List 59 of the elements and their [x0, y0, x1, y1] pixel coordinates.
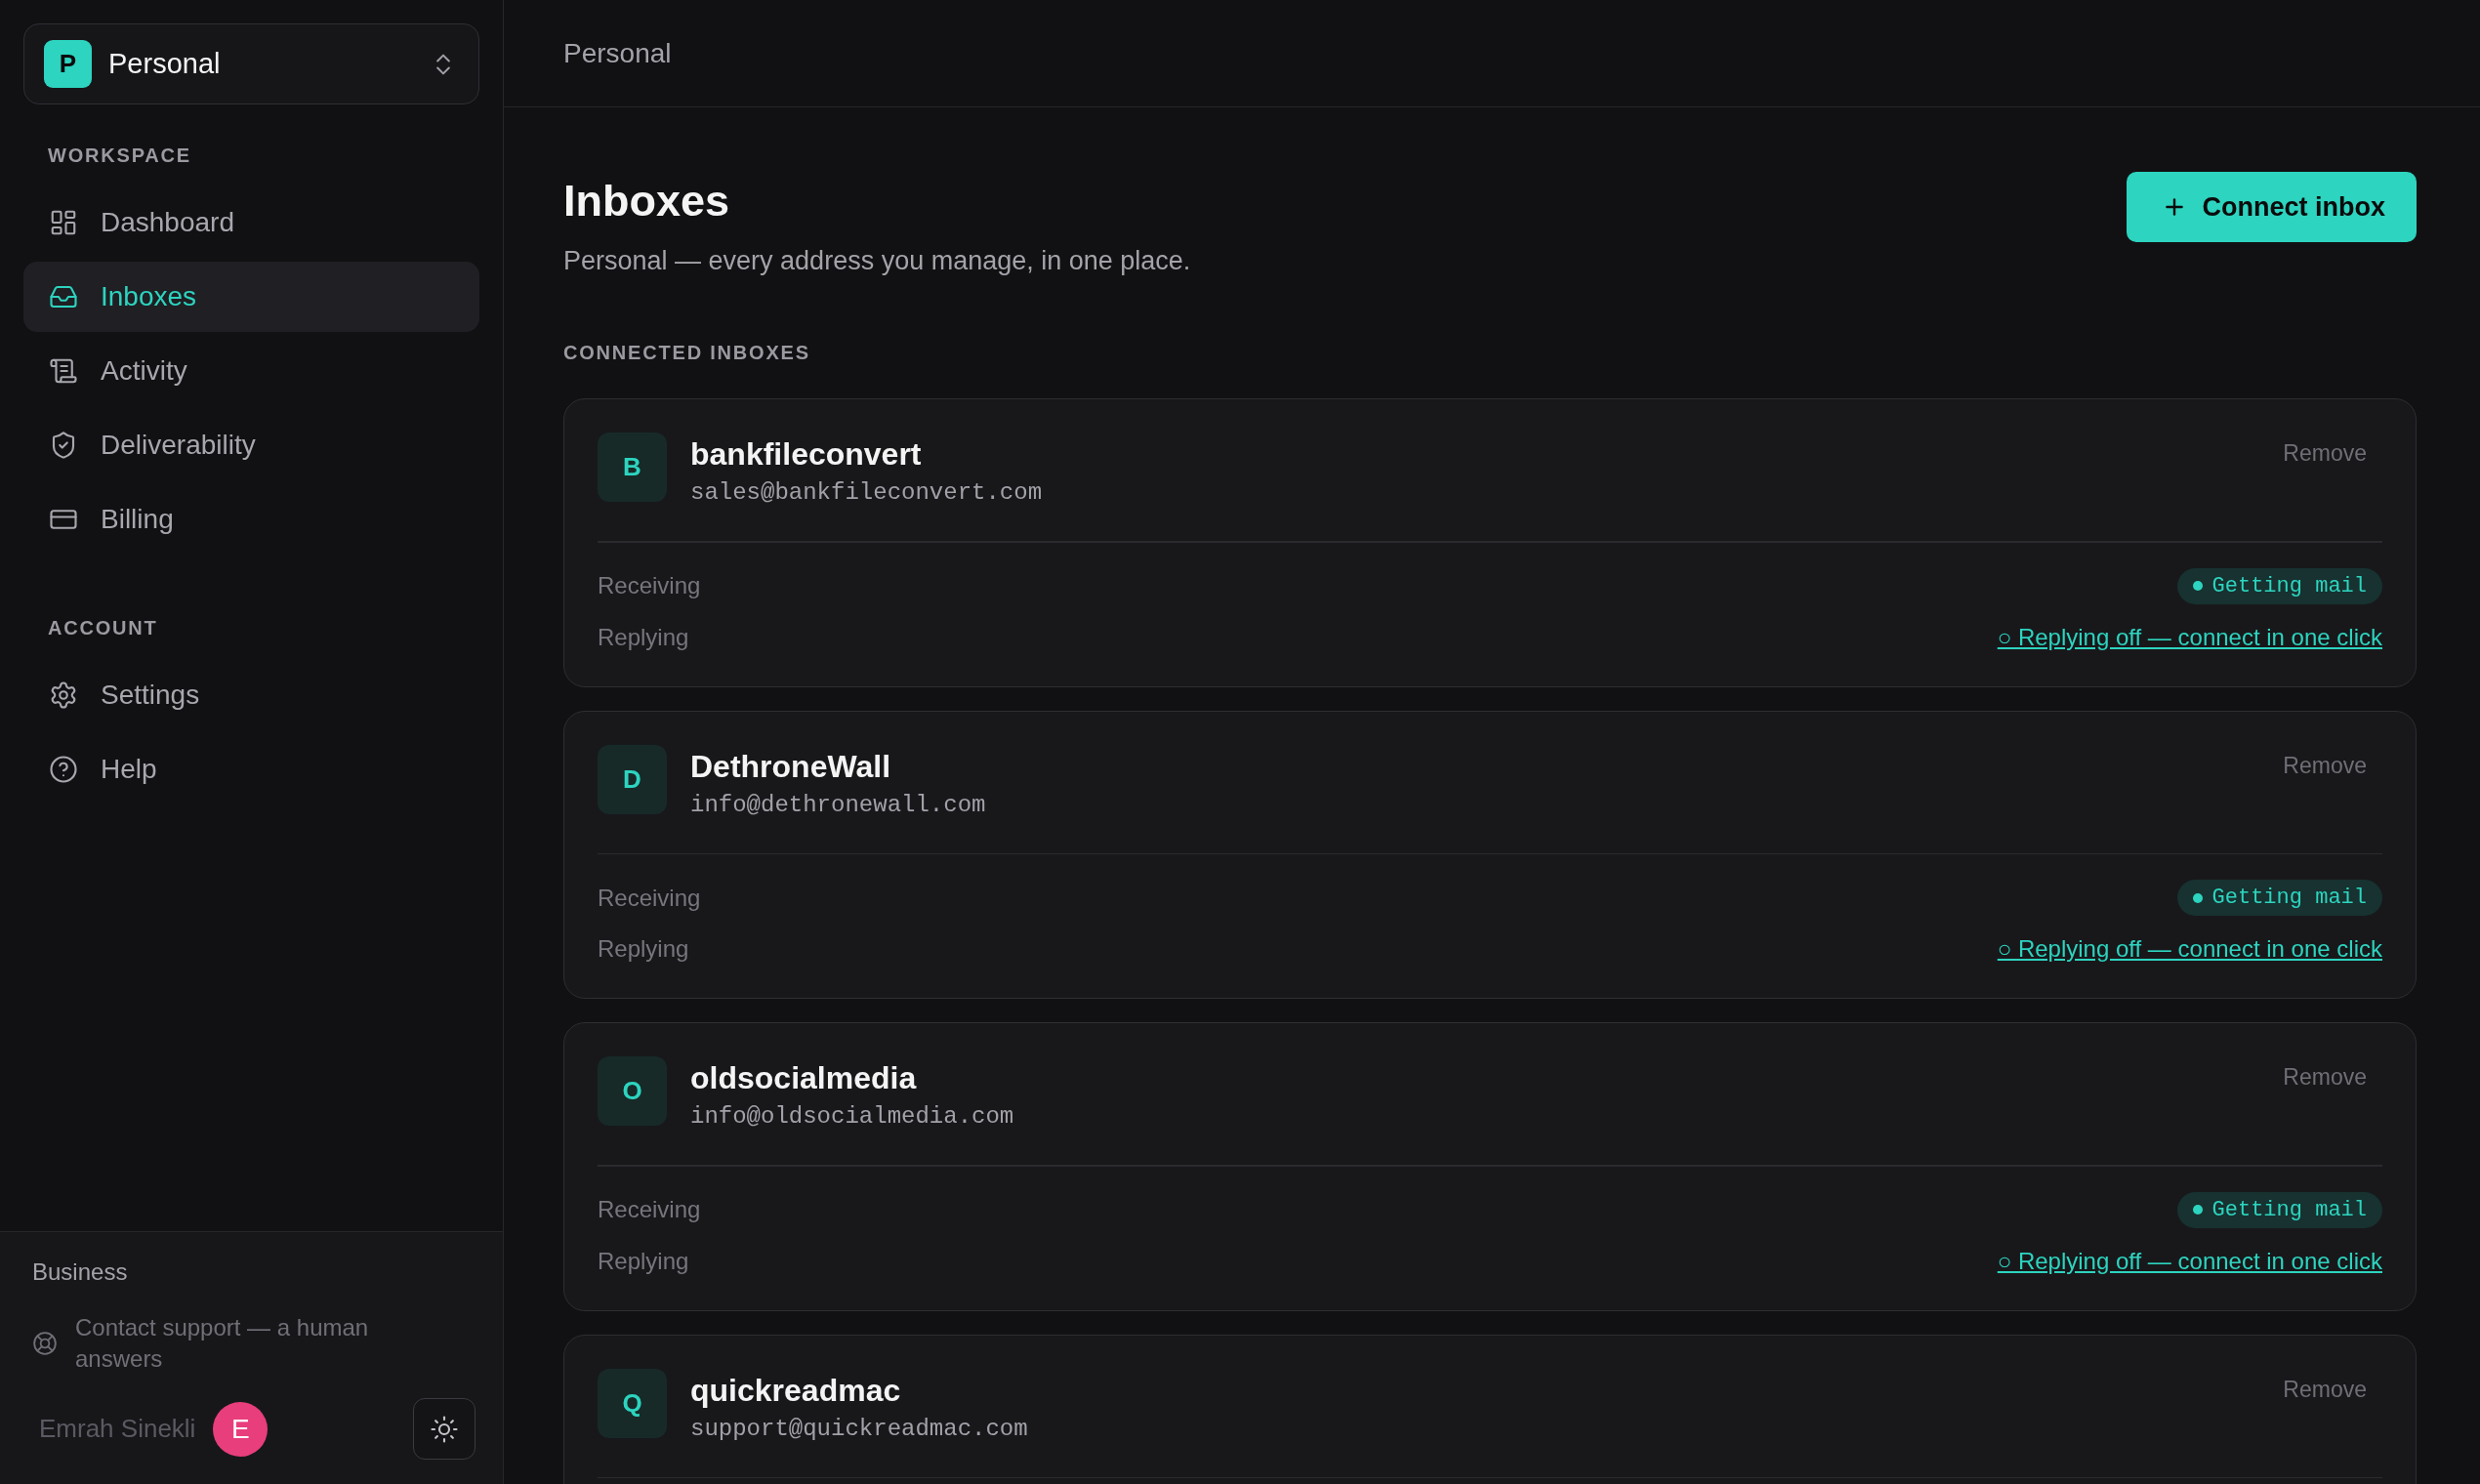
page-title: Inboxes: [563, 175, 730, 227]
page-subtitle: Personal — every address you manage, in one place.: [563, 245, 1191, 277]
settings-icon: [49, 680, 78, 710]
theme-toggle-button[interactable]: [413, 1398, 475, 1460]
dashboard-icon: [49, 208, 78, 237]
inbox-name: oldsocialmedia: [690, 1059, 917, 1097]
sidebar-nav-item[interactable]: Help: [23, 734, 479, 804]
breadcrumb: Personal: [563, 37, 672, 69]
help-icon: [49, 755, 78, 784]
inbox-email: info@oldsocialmedia.com: [690, 1102, 1014, 1132]
sidebar-nav-item[interactable]: Dashboard: [23, 187, 479, 258]
field-label: Receiving: [598, 1195, 701, 1224]
inbox-email: support@quickreadmac.com: [690, 1414, 1028, 1444]
plan-label: Business: [32, 1257, 128, 1287]
inbox-name: DethroneWall: [690, 747, 891, 786]
status-dot-icon: [2192, 892, 2203, 903]
inbox-avatar: B: [598, 433, 667, 502]
status-dot-icon: [2192, 1205, 2203, 1215]
status-dot-icon: [2192, 581, 2203, 591]
field-label: Receiving: [598, 883, 701, 913]
lifebuoy-icon: [32, 1331, 58, 1356]
section-heading: ACCOUNT: [48, 616, 158, 640]
connect-link[interactable]: ○ Replying off — connect in one click: [1997, 621, 2382, 653]
inbox-avatar: D: [598, 744, 667, 814]
scroll-icon: [49, 356, 78, 386]
sidebar-nav-item[interactable]: Deliverability: [23, 410, 479, 480]
inbox-avatar: O: [598, 1056, 667, 1126]
remove-button[interactable]: Remove: [2267, 1056, 2382, 1097]
user-name: Emrah Sinekli: [39, 1414, 196, 1444]
inbox-name: quickreadmac: [690, 1371, 901, 1410]
inbox-name: bankfileconvert: [690, 435, 922, 474]
remove-button[interactable]: Remove: [2267, 1368, 2382, 1410]
status-text: Getting mail: [2211, 1197, 2367, 1222]
field-label: Replying: [598, 934, 689, 964]
sidebar-nav-item[interactable]: Settings: [23, 660, 479, 730]
remove-button[interactable]: Remove: [2267, 744, 2382, 786]
section-heading: WORKSPACE: [48, 144, 191, 168]
inbox-email: sales@bankfileconvert.com: [690, 478, 1043, 508]
connect-inbox-button[interactable]: Connect inbox: [2126, 172, 2417, 242]
status-text: Getting mail: [2211, 886, 2367, 910]
workspace-switcher[interactable]: P Personal: [23, 23, 479, 104]
workspace-avatar: P: [44, 40, 92, 88]
user-avatar[interactable]: E: [213, 1401, 269, 1457]
sidebar-nav-item[interactable]: Activity: [23, 336, 479, 406]
inbox-email: info@dethronewall.com: [690, 790, 986, 820]
connect-link[interactable]: ○ Replying off — connect in one click: [1997, 933, 2382, 965]
support-link[interactable]: Contact support — a human answers: [32, 1312, 407, 1375]
connect-link[interactable]: ○ Replying off — connect in one click: [1997, 1245, 2382, 1277]
field-label: Replying: [598, 1246, 689, 1276]
remove-button[interactable]: Remove: [2267, 433, 2382, 474]
field-label: Receiving: [598, 571, 701, 600]
section-heading: CONNECTED INBOXES: [563, 341, 810, 365]
inbox-avatar: Q: [598, 1368, 667, 1438]
field-label: Replying: [598, 622, 689, 652]
workspace-name: Personal: [108, 48, 221, 80]
status-text: Getting mail: [2211, 573, 2367, 598]
sun-icon: [430, 1414, 459, 1444]
sidebar-nav-item[interactable]: Inboxes: [23, 262, 479, 332]
sidebar-nav-item[interactable]: Billing: [23, 484, 479, 555]
